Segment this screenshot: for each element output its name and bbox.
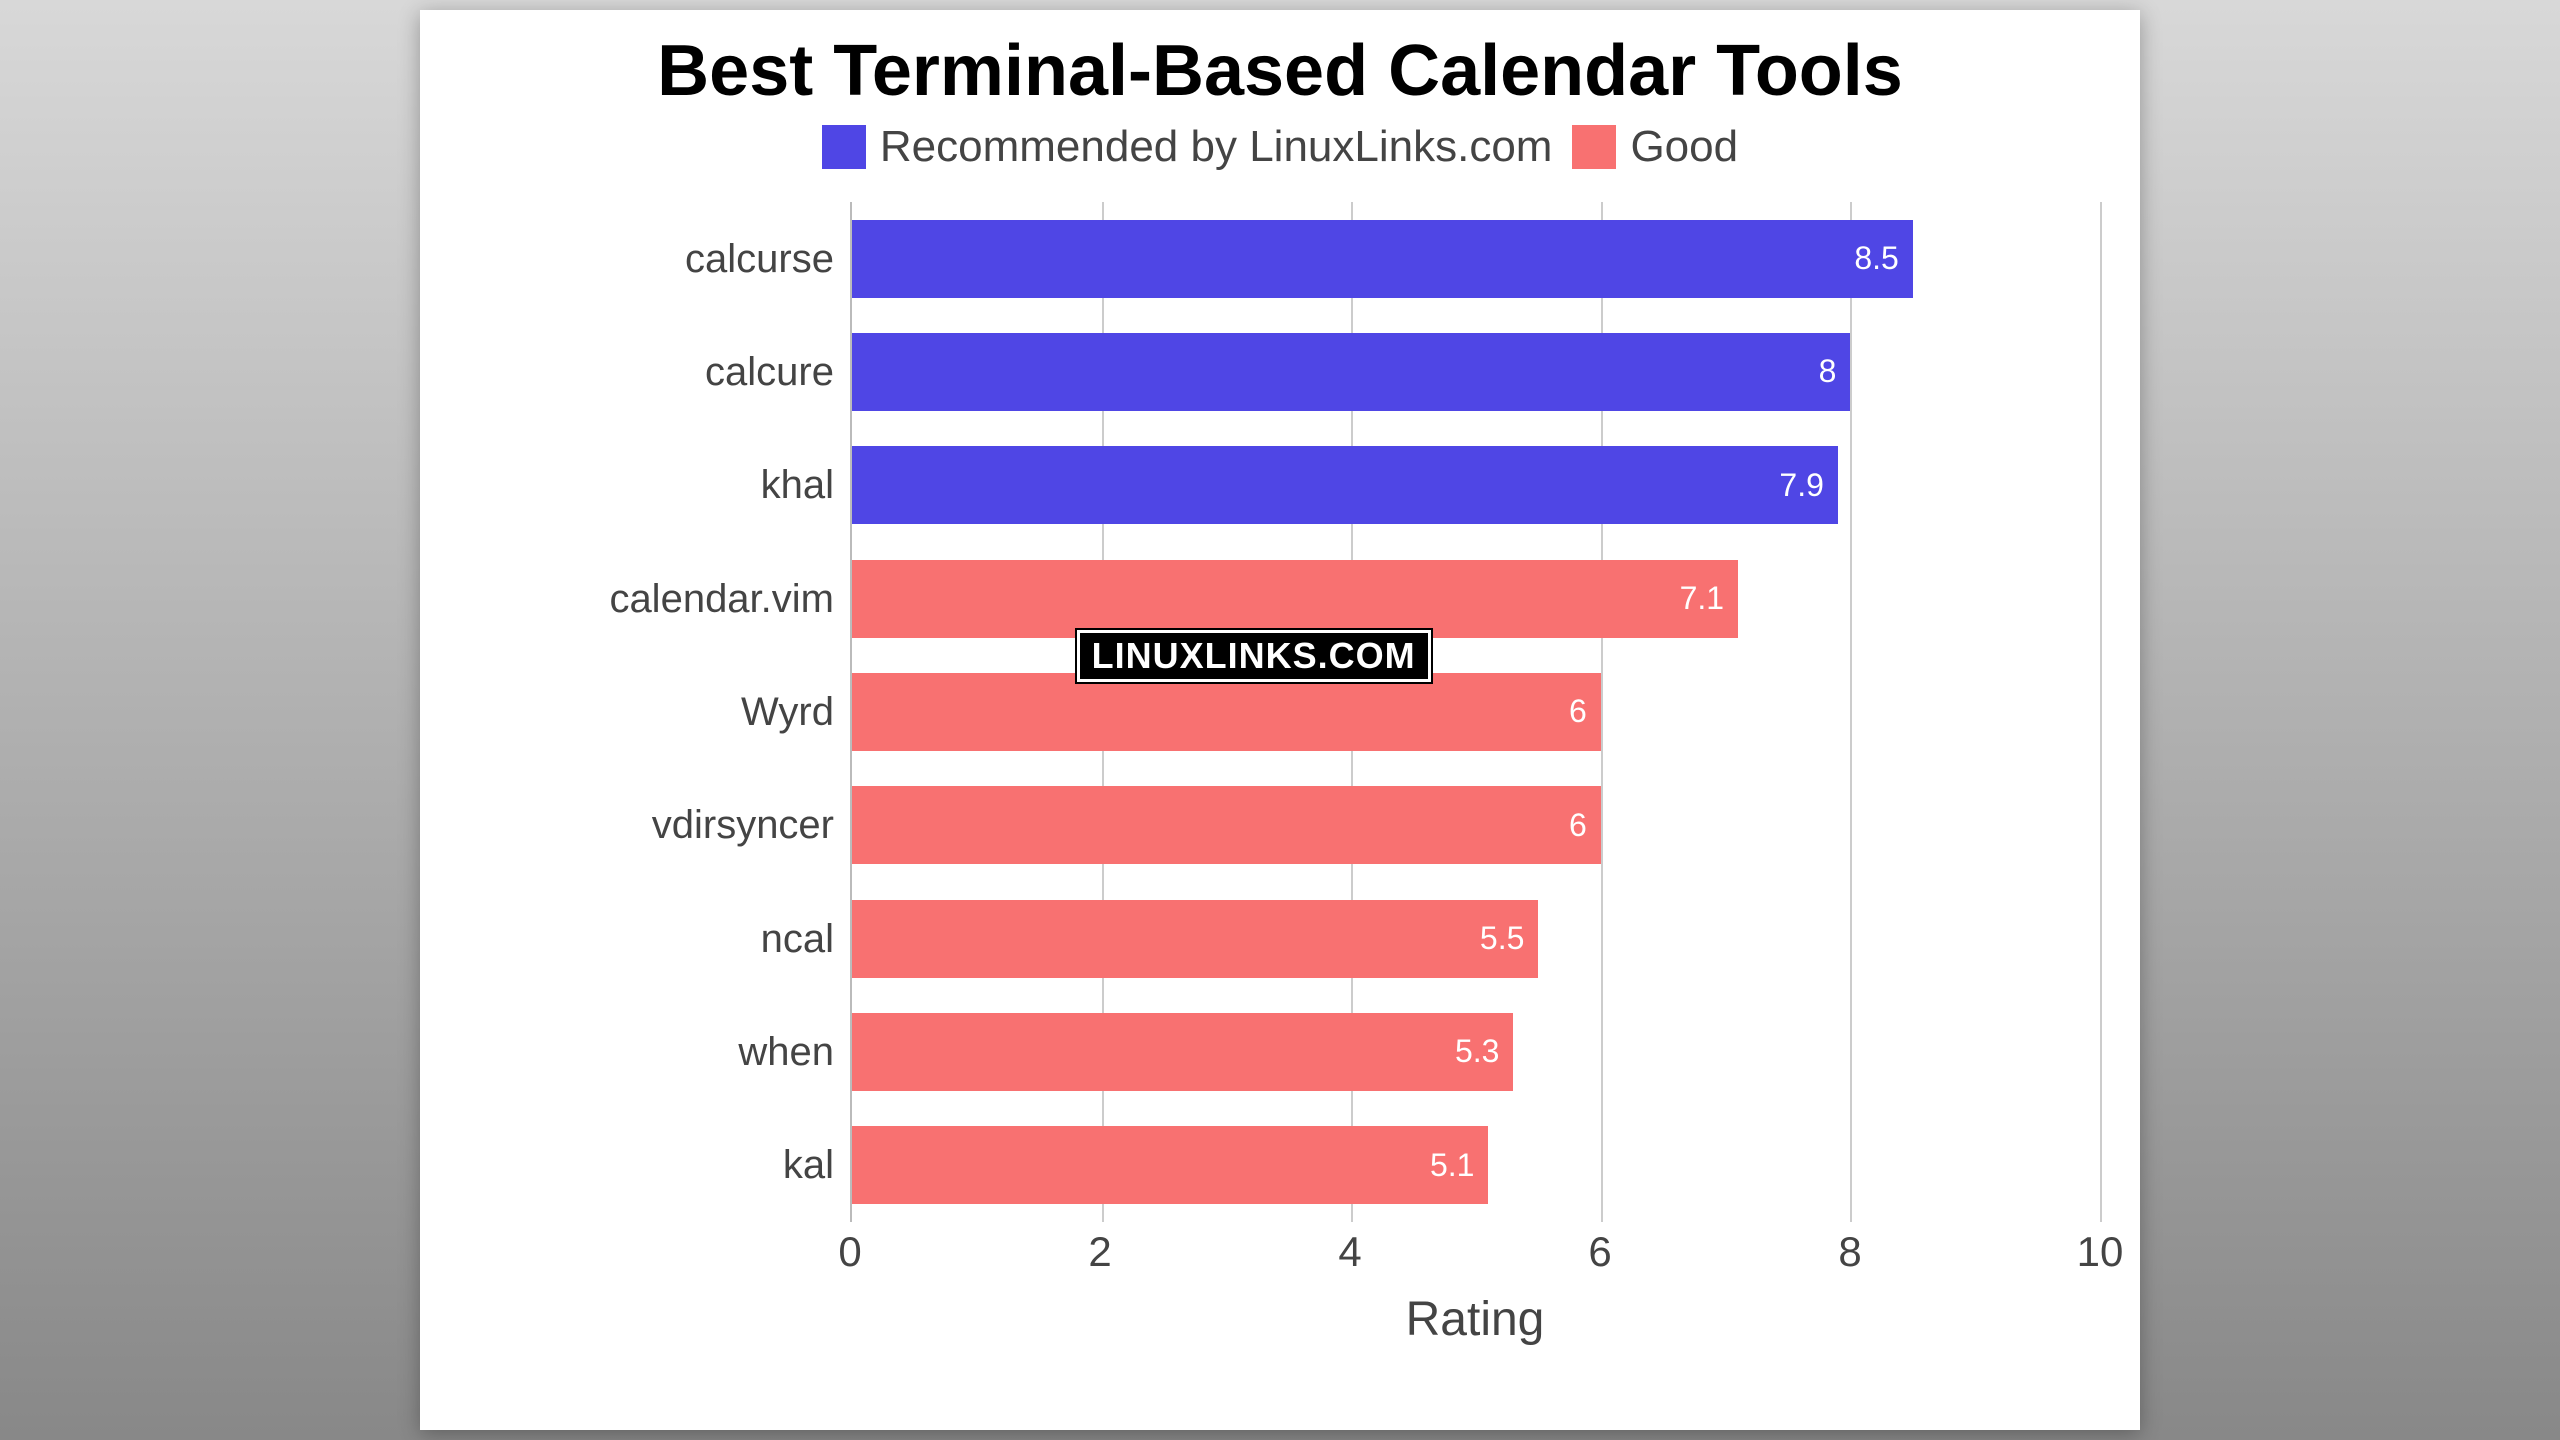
y-tick-label: when [460, 1003, 834, 1101]
bar-value-label: 5.1 [1430, 1147, 1474, 1184]
bar: 6 [852, 786, 1601, 864]
bar-row: 7.9 [852, 446, 2100, 524]
y-tick-label: khal [460, 436, 834, 534]
bar-value-label: 5.3 [1455, 1033, 1499, 1070]
bars-viewport: 8.5 8 7.9 7.1 6 6 5.5 5.3 5.1 LINUXLINKS.COM [850, 202, 2100, 1222]
bar-value-label: 7.9 [1779, 467, 1823, 504]
bar: 7.1 [852, 560, 1738, 638]
y-tick-label: calcurse [460, 210, 834, 308]
bar-value-label: 5.5 [1480, 920, 1524, 957]
bar-row: 7.1 [852, 560, 2100, 638]
bar: 8.5 [852, 220, 1913, 298]
legend-swatch-icon [822, 125, 866, 169]
bar-row: 5.1 [852, 1126, 2100, 1204]
legend-label: Good [1630, 122, 1738, 172]
y-tick-label: ncal [460, 890, 834, 988]
bar-value-label: 8 [1819, 353, 1837, 390]
x-axis: 0246810 [850, 1222, 2100, 1282]
x-tick-label: 4 [1338, 1228, 1361, 1276]
x-tick-label: 2 [1088, 1228, 1111, 1276]
y-tick-label: vdirsyncer [460, 776, 834, 874]
y-tick-label: calcure [460, 323, 834, 421]
chart-container: Best Terminal-Based Calendar Tools Recom… [420, 10, 2140, 1430]
bar-row: 8 [852, 333, 2100, 411]
watermark-label: LINUXLINKS.COM [1077, 630, 1431, 682]
bar-value-label: 6 [1569, 807, 1587, 844]
bar-row: 5.5 [852, 900, 2100, 978]
legend-swatch-icon [1572, 125, 1616, 169]
bar-value-label: 6 [1569, 693, 1587, 730]
bar: 5.3 [852, 1013, 1513, 1091]
y-tick-label: kal [460, 1116, 834, 1214]
gridline [2100, 202, 2102, 1222]
bar-value-label: 7.1 [1680, 580, 1724, 617]
bar: 5.1 [852, 1126, 1488, 1204]
legend-label: Recommended by LinuxLinks.com [880, 122, 1553, 172]
x-tick-label: 10 [2077, 1228, 2124, 1276]
bar-row: 6 [852, 786, 2100, 864]
chart-title: Best Terminal-Based Calendar Tools [460, 30, 2100, 112]
x-axis-title: Rating [850, 1292, 2100, 1347]
bar-row: 6 [852, 673, 2100, 751]
x-tick-label: 0 [838, 1228, 861, 1276]
bar: 8 [852, 333, 1850, 411]
legend-item-recommended: Recommended by LinuxLinks.com [822, 122, 1553, 172]
bar-row: 8.5 [852, 220, 2100, 298]
x-tick-label: 8 [1838, 1228, 1861, 1276]
y-tick-label: Wyrd [460, 663, 834, 761]
legend-item-good: Good [1572, 122, 1738, 172]
y-axis-labels: calcurse calcure khal calendar.vim Wyrd … [460, 202, 850, 1222]
plot-area: calcurse calcure khal calendar.vim Wyrd … [460, 202, 2100, 1222]
bars-stack: 8.5 8 7.9 7.1 6 6 5.5 5.3 5.1 [852, 202, 2100, 1222]
x-tick-label: 6 [1588, 1228, 1611, 1276]
bar-value-label: 8.5 [1854, 240, 1898, 277]
chart-legend: Recommended by LinuxLinks.com Good [460, 122, 2100, 172]
y-tick-label: calendar.vim [460, 550, 834, 648]
bar: 5.5 [852, 900, 1538, 978]
bar: 7.9 [852, 446, 1838, 524]
bar-row: 5.3 [852, 1013, 2100, 1091]
bar: 6 [852, 673, 1601, 751]
